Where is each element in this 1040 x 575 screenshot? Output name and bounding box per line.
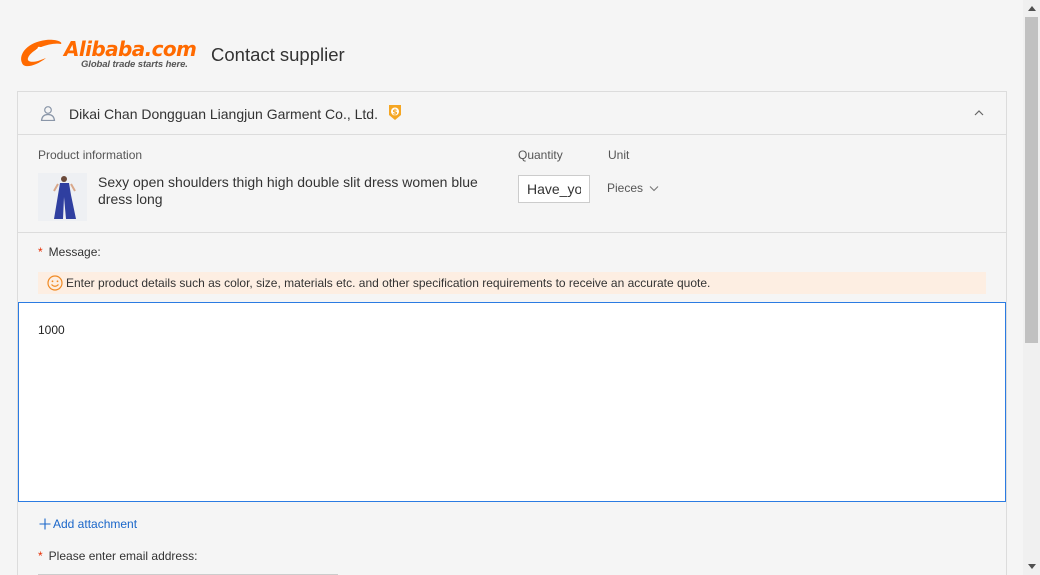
contact-supplier-page: Alibaba.com Global trade starts here. Co… [0, 0, 1040, 575]
plus-icon [39, 518, 51, 530]
required-mark: * [38, 245, 43, 259]
product-info-label: Product information [38, 148, 143, 162]
arrow-down-icon [1027, 564, 1036, 569]
scroll-thumb[interactable] [1025, 17, 1038, 343]
message-hint: Enter product details such as color, siz… [38, 272, 986, 294]
unit-select[interactable]: Pieces [607, 179, 659, 197]
supplier-name[interactable]: Dikai Chan Dongguan Liangjun Garment Co.… [69, 106, 378, 122]
header: Alibaba.com Global trade starts here. Co… [16, 36, 345, 72]
gold-supplier-icon: $ [389, 105, 401, 120]
quantity-input[interactable] [518, 175, 590, 203]
quantity-label: Quantity [518, 148, 563, 162]
inquiry-form: Dikai Chan Dongguan Liangjun Garment Co.… [17, 91, 1007, 575]
scroll-up-button[interactable] [1023, 0, 1040, 17]
product-name[interactable]: Sexy open shoulders thigh high double sl… [98, 174, 498, 208]
smile-icon [47, 275, 63, 291]
unit-label: Unit [608, 148, 630, 162]
logo-tagline: Global trade starts here. [81, 59, 188, 70]
user-icon [40, 106, 56, 121]
message-label: * Message: [38, 245, 101, 259]
add-attachment-label: Add attachment [53, 517, 138, 531]
vertical-scrollbar[interactable] [1023, 0, 1040, 575]
email-label: * Please enter email address: [38, 549, 198, 563]
logo-text: Alibaba.com [64, 37, 197, 61]
message-textarea[interactable]: 1000 [18, 302, 1006, 502]
alibaba-smile-icon [21, 39, 62, 67]
svg-text:$: $ [392, 108, 397, 117]
scroll-down-button[interactable] [1023, 558, 1040, 575]
chevron-up-icon[interactable] [973, 108, 985, 118]
product-thumbnail[interactable] [38, 173, 87, 221]
add-attachment-link[interactable]: Add attachment [39, 517, 137, 531]
supplier-row[interactable]: Dikai Chan Dongguan Liangjun Garment Co.… [18, 92, 1006, 135]
hint-text: Enter product details such as color, siz… [66, 276, 711, 290]
chevron-down-icon [649, 185, 659, 191]
alibaba-logo[interactable]: Alibaba.com Global trade starts here. [16, 36, 200, 72]
product-section: Product information Quantity Unit Sexy o… [18, 135, 1006, 233]
unit-value: Pieces [607, 181, 644, 195]
page-title: Contact supplier [211, 44, 345, 65]
required-mark: * [38, 549, 43, 563]
dress-image [38, 173, 87, 221]
arrow-up-icon [1027, 6, 1036, 11]
